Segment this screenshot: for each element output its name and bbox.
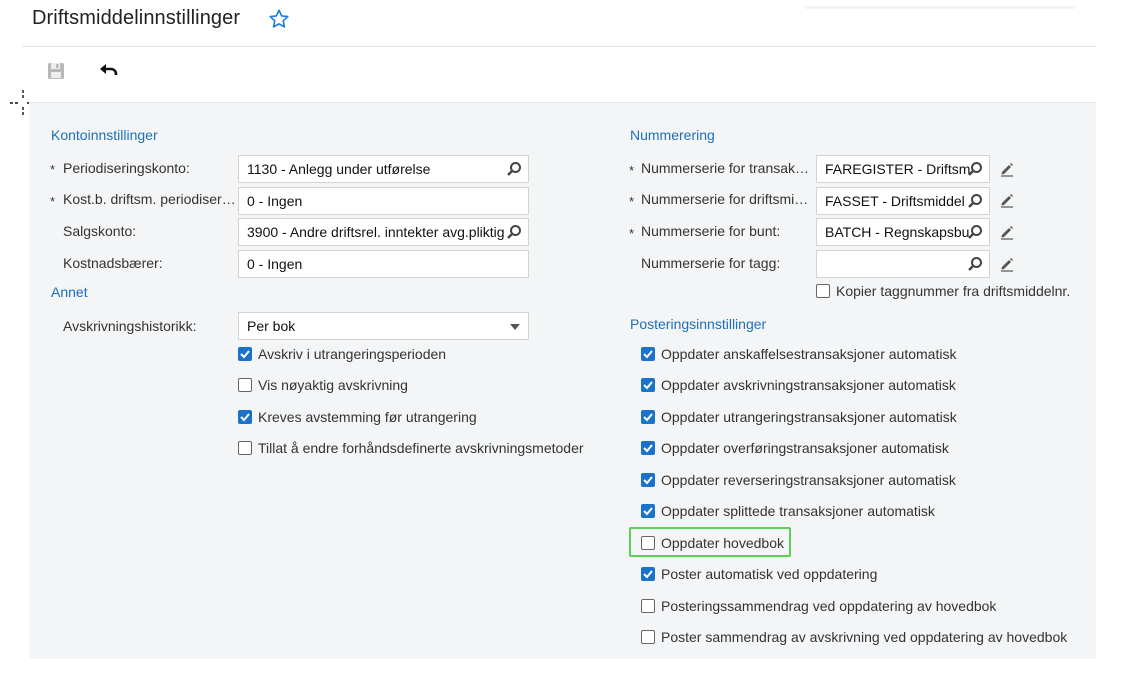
nummerserie-bunt-field[interactable]: BATCH - Regnskapsbu xyxy=(816,218,990,246)
save-icon[interactable] xyxy=(45,60,67,82)
page-title: Driftsmiddelinnstillinger xyxy=(32,7,241,29)
checkbox-oppdater-utrangering[interactable]: Oppdater utrangeringstransaksjoner autom… xyxy=(641,407,957,427)
checkbox[interactable] xyxy=(641,473,655,487)
kostb-driftsm-periodisering-field[interactable]: 0 - Ingen xyxy=(238,187,529,215)
field-value: FASSET - Driftsmiddel xyxy=(825,193,965,209)
checkbox[interactable] xyxy=(641,441,655,455)
checkbox-oppdater-overforing[interactable]: Oppdater overføringstransaksjoner automa… xyxy=(641,438,949,458)
checkbox[interactable] xyxy=(238,347,252,361)
star-icon[interactable] xyxy=(268,8,290,30)
field-label-salgskonto: Salgskonto: xyxy=(63,223,137,239)
checkbox-posteringssammendrag[interactable]: Posteringssammendrag ved oppdatering av … xyxy=(641,596,996,616)
checkbox-oppdater-avskrivning[interactable]: Oppdater avskrivningstransaksjoner autom… xyxy=(641,375,956,395)
checkbox[interactable] xyxy=(641,599,655,613)
field-value: 0 - Ingen xyxy=(247,256,303,272)
field-label-kostnadsbaerer: Kostnadsbærer: xyxy=(63,255,163,271)
checkbox-label: Oppdater overføringstransaksjoner automa… xyxy=(661,440,949,456)
field-label-nummerserie-tagg: Nummerserie for tagg: xyxy=(641,255,781,271)
checkbox[interactable] xyxy=(641,567,655,581)
required-marker: * xyxy=(629,163,635,178)
checkbox-oppdater-splittede[interactable]: Oppdater splittede transaksjoner automat… xyxy=(641,501,935,521)
checkbox-label: Poster sammendrag av avskrivning ved opp… xyxy=(661,629,1068,645)
checkbox-label: Vis nøyaktig avskrivning xyxy=(258,377,408,393)
section-posteringsinnstillinger: Posteringsinnstillinger xyxy=(630,316,767,332)
checkbox[interactable] xyxy=(238,441,252,455)
search-icon[interactable] xyxy=(967,256,983,272)
checkbox-label: Tillat å endre forhåndsdefinerte avskriv… xyxy=(258,440,584,456)
checkbox[interactable] xyxy=(238,410,252,424)
required-marker: * xyxy=(629,194,635,209)
required-marker: * xyxy=(629,226,635,241)
checkbox-label: Oppdater utrangeringstransaksjoner autom… xyxy=(661,409,957,425)
checkbox-label: Kreves avstemming før utrangering xyxy=(258,409,477,425)
search-icon[interactable] xyxy=(506,224,522,240)
field-label-nummerserie-transaksjon: Nummerserie for transak… xyxy=(641,160,810,176)
checkbox-label: Oppdater hovedbok xyxy=(661,535,784,551)
edit-icon[interactable] xyxy=(999,192,1015,208)
search-icon[interactable] xyxy=(967,224,983,240)
field-value: 1130 - Anlegg under utførelse xyxy=(247,161,431,177)
field-label-nummerserie-bunt: Nummerserie for bunt: xyxy=(641,223,781,239)
checkbox[interactable] xyxy=(641,504,655,518)
header-divider xyxy=(22,46,1096,47)
checkbox-label: Oppdater splittede transaksjoner automat… xyxy=(661,503,935,519)
search-icon[interactable] xyxy=(967,161,983,177)
required-marker: * xyxy=(50,194,56,209)
nummerserie-driftsmiddel-field[interactable]: FASSET - Driftsmiddel xyxy=(816,187,990,215)
checkbox-vis-noyaktig-avskrivning[interactable]: Vis nøyaktig avskrivning xyxy=(238,375,408,395)
checkbox-tillat-endre-metoder[interactable]: Tillat å endre forhåndsdefinerte avskriv… xyxy=(238,438,584,458)
header-decoration xyxy=(805,6,1075,9)
edit-icon[interactable] xyxy=(999,161,1015,177)
field-value: FAREGISTER - Driftsm xyxy=(825,161,971,177)
nummerserie-tagg-field[interactable] xyxy=(816,250,990,278)
checkbox-poster-automatisk[interactable]: Poster automatisk ved oppdatering xyxy=(641,564,877,584)
checkbox-oppdater-reversering[interactable]: Oppdater reverseringstransaksjoner autom… xyxy=(641,470,956,490)
search-icon[interactable] xyxy=(506,161,522,177)
checkbox-oppdater-hovedbok[interactable]: Oppdater hovedbok xyxy=(641,533,784,553)
select-value: Per bok xyxy=(247,318,296,334)
field-label-nummerserie-driftsmiddel: Nummerserie for driftsmi… xyxy=(641,191,809,207)
nummerserie-transaksjon-field[interactable]: FAREGISTER - Driftsm xyxy=(816,155,990,183)
search-icon[interactable] xyxy=(967,193,983,209)
field-value: BATCH - Regnskapsbu xyxy=(825,224,970,240)
field-value: 3900 - Andre driftsrel. inntekter avg.pl… xyxy=(247,224,505,240)
checkbox-label: Oppdater avskrivningstransaksjoner autom… xyxy=(661,377,956,393)
checkbox[interactable] xyxy=(238,378,252,392)
checkbox-kopier-taggnummer[interactable]: Kopier taggnummer fra driftsmiddelnr. xyxy=(816,281,1070,301)
checkbox-label: Oppdater reverseringstransaksjoner autom… xyxy=(661,472,956,488)
section-annet: Annet xyxy=(51,284,88,300)
checkbox-label: Kopier taggnummer fra driftsmiddelnr. xyxy=(836,283,1071,299)
checkbox[interactable] xyxy=(641,410,655,424)
checkbox[interactable] xyxy=(641,630,655,644)
section-nummerering: Nummerering xyxy=(630,127,715,143)
checkbox[interactable] xyxy=(641,347,655,361)
checkbox[interactable] xyxy=(816,284,830,298)
checkbox-avskriv-i-utrangeringsperioden[interactable]: Avskriv i utrangeringsperioden xyxy=(238,344,446,364)
checkbox-oppdater-anskaffelse[interactable]: Oppdater anskaffelsestransaksjoner autom… xyxy=(641,344,956,364)
checkbox-label: Avskriv i utrangeringsperioden xyxy=(258,346,447,362)
chevron-down-icon[interactable] xyxy=(510,324,520,330)
checkbox-kreves-avstemming[interactable]: Kreves avstemming før utrangering xyxy=(238,407,477,427)
checkbox[interactable] xyxy=(641,378,655,392)
kostnadsbaerer-field[interactable]: 0 - Ingen xyxy=(238,250,529,278)
edit-icon[interactable] xyxy=(999,224,1015,240)
checkbox-label: Posteringssammendrag ved oppdatering av … xyxy=(661,598,997,614)
periodiseringskonto-field[interactable]: 1130 - Anlegg under utførelse xyxy=(238,155,529,183)
field-label-kostb: Kost.b. driftsm. periodiser… xyxy=(63,191,235,207)
checkbox-label: Poster automatisk ved oppdatering xyxy=(661,566,878,582)
checkbox-label: Oppdater anskaffelsestransaksjoner autom… xyxy=(661,346,957,362)
avskrivningshistorikk-select[interactable]: Per bok xyxy=(238,312,529,340)
checkbox-poster-sammendrag-avskrivning[interactable]: Poster sammendrag av avskrivning ved opp… xyxy=(641,627,1067,647)
field-value: 0 - Ingen xyxy=(247,193,303,209)
edit-icon[interactable] xyxy=(999,256,1015,272)
undo-icon[interactable] xyxy=(98,60,120,82)
field-label-avskrivningshistorikk: Avskrivningshistorikk: xyxy=(63,318,197,334)
salgskonto-field[interactable]: 3900 - Andre driftsrel. inntekter avg.pl… xyxy=(238,218,529,246)
field-label-periodiseringskonto: Periodiseringskonto: xyxy=(63,160,190,176)
section-kontoinnstillinger: Kontoinnstillinger xyxy=(51,127,158,143)
required-marker: * xyxy=(50,162,56,177)
checkbox[interactable] xyxy=(641,536,655,550)
